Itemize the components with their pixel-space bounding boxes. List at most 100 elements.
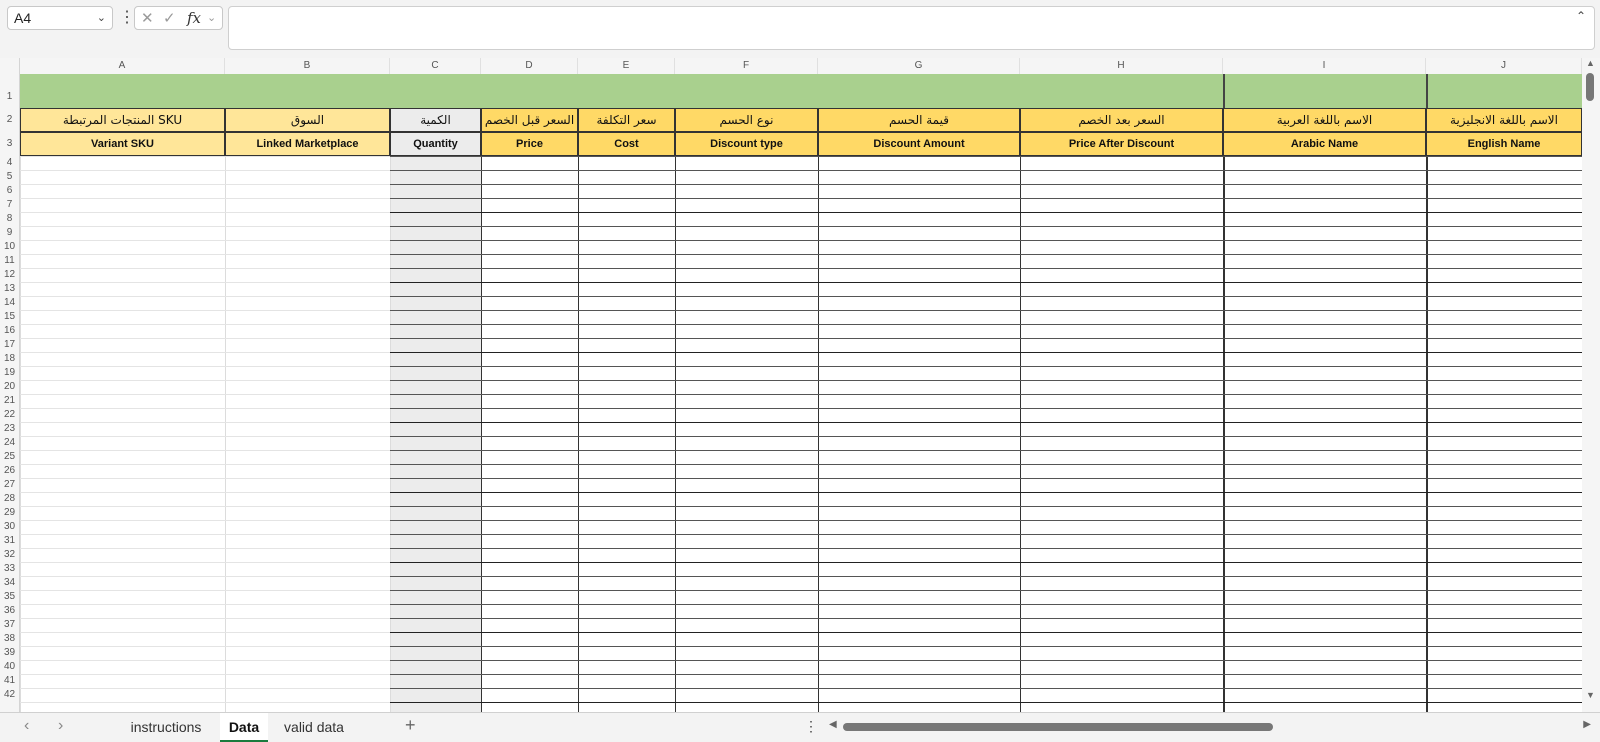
header-ar-d[interactable]: السعر قبل الخصم: [481, 108, 578, 132]
name-box[interactable]: A4 ⌄: [7, 6, 113, 30]
row-header-22[interactable]: 22: [0, 408, 19, 422]
scroll-right-icon[interactable]: ▶: [1583, 719, 1591, 730]
row-header-29[interactable]: 29: [0, 506, 19, 520]
row-header-14[interactable]: 14: [0, 296, 19, 310]
row-header-42[interactable]: 42: [0, 688, 19, 702]
header-en-f[interactable]: Discount type: [675, 132, 818, 156]
header-en-e[interactable]: Cost: [578, 132, 675, 156]
row-header-17[interactable]: 17: [0, 338, 19, 352]
row-header-41[interactable]: 41: [0, 674, 19, 688]
row-header-12[interactable]: 12: [0, 268, 19, 282]
column-header-i[interactable]: I: [1223, 58, 1426, 74]
row-header-19[interactable]: 19: [0, 366, 19, 380]
header-en-c[interactable]: Quantity: [390, 132, 481, 156]
header-ar-i[interactable]: الاسم باللغة العربية: [1223, 108, 1426, 132]
row-header-20[interactable]: 20: [0, 380, 19, 394]
chevron-down-icon[interactable]: ⌄: [207, 11, 216, 24]
row-header-27[interactable]: 27: [0, 478, 19, 492]
header-en-d[interactable]: Price: [481, 132, 578, 156]
header-en-i[interactable]: Arabic Name: [1223, 132, 1426, 156]
title-band-j[interactable]: [1426, 74, 1582, 108]
add-sheet-icon[interactable]: +: [405, 715, 416, 736]
horizontal-scrollbar[interactable]: ◀ ▶: [825, 719, 1595, 735]
row-header-40[interactable]: 40: [0, 660, 19, 674]
row-header-7[interactable]: 7: [0, 198, 19, 212]
column-header-e[interactable]: E: [578, 58, 675, 74]
row-header-28[interactable]: 28: [0, 492, 19, 506]
formula-input[interactable]: ⌃: [228, 6, 1595, 50]
row-header-3[interactable]: 3: [0, 132, 19, 156]
row-header-23[interactable]: 23: [0, 422, 19, 436]
collapse-formula-bar-icon[interactable]: ⌃: [1576, 9, 1586, 23]
column-header-j[interactable]: J: [1426, 58, 1582, 74]
column-header-g[interactable]: G: [818, 58, 1020, 74]
row-header-10[interactable]: 10: [0, 240, 19, 254]
row-header-30[interactable]: 30: [0, 520, 19, 534]
scroll-down-icon[interactable]: ▼: [1586, 690, 1595, 700]
row-header-39[interactable]: 39: [0, 646, 19, 660]
more-options-icon[interactable]: ⋮: [804, 718, 818, 735]
header-ar-h[interactable]: السعر بعد الخصم: [1020, 108, 1223, 132]
column-header-c[interactable]: C: [390, 58, 481, 74]
row-header-33[interactable]: 33: [0, 562, 19, 576]
column-header-b[interactable]: B: [225, 58, 390, 74]
header-ar-c[interactable]: الكمية: [390, 108, 481, 132]
row-header-26[interactable]: 26: [0, 464, 19, 478]
row-header-4[interactable]: 4: [0, 156, 19, 170]
previous-sheet-icon[interactable]: ‹: [24, 717, 29, 735]
select-all-corner[interactable]: [0, 58, 20, 74]
row-header-15[interactable]: 15: [0, 310, 19, 324]
row-header-37[interactable]: 37: [0, 618, 19, 632]
column-header-f[interactable]: F: [675, 58, 818, 74]
header-en-g[interactable]: Discount Amount: [818, 132, 1020, 156]
column-header-a[interactable]: A: [20, 58, 225, 74]
header-en-h[interactable]: Price After Discount: [1020, 132, 1223, 156]
row-header-16[interactable]: 16: [0, 324, 19, 338]
spreadsheet-grid[interactable]: ABCDEFGHIJ 1 2 3 4 5 6 7 8 9 10 11 12 13 14 15 16 17 18 19…: [0, 58, 1600, 712]
header-ar-j[interactable]: الاسم باللغة الانجليزية: [1426, 108, 1582, 132]
more-options-icon[interactable]: ⋮: [119, 8, 135, 28]
row-header-1[interactable]: 1: [0, 74, 19, 108]
row-header-34[interactable]: 34: [0, 576, 19, 590]
row-header-9[interactable]: 9: [0, 226, 19, 240]
title-band-i[interactable]: [1223, 74, 1426, 108]
row-header-25[interactable]: 25: [0, 450, 19, 464]
row-header-21[interactable]: 21: [0, 394, 19, 408]
insert-function-icon[interactable]: fx: [187, 9, 201, 27]
sheet-tab-valid-data[interactable]: valid data: [272, 713, 356, 742]
row-header-35[interactable]: 35: [0, 590, 19, 604]
header-en-b[interactable]: Linked Marketplace: [225, 132, 390, 156]
column-header-h[interactable]: H: [1020, 58, 1223, 74]
sheet-tab-instructions[interactable]: instructions: [116, 713, 216, 742]
title-band-a-h[interactable]: [20, 74, 1223, 108]
sheet-tab-data[interactable]: Data: [220, 713, 268, 742]
row-header-5[interactable]: 5: [0, 170, 19, 184]
header-ar-g[interactable]: قيمة الحسم: [818, 108, 1020, 132]
row-header-11[interactable]: 11: [0, 254, 19, 268]
cancel-icon[interactable]: ✕: [141, 9, 154, 27]
header-ar-b[interactable]: السوق: [225, 108, 390, 132]
row-header-18[interactable]: 18: [0, 352, 19, 366]
next-sheet-icon[interactable]: ›: [58, 717, 63, 735]
row-header-13[interactable]: 13: [0, 282, 19, 296]
vertical-scroll-thumb[interactable]: [1586, 73, 1594, 101]
scroll-left-icon[interactable]: ◀: [829, 719, 837, 730]
vertical-scrollbar[interactable]: ▲ ▼: [1582, 58, 1600, 712]
row-header-31[interactable]: 31: [0, 534, 19, 548]
row-header-24[interactable]: 24: [0, 436, 19, 450]
header-ar-a[interactable]: SKU المنتجات المرتبطة: [20, 108, 225, 132]
row-header-8[interactable]: 8: [0, 212, 19, 226]
chevron-down-icon[interactable]: ⌄: [97, 7, 106, 29]
row-header-6[interactable]: 6: [0, 184, 19, 198]
row-header-32[interactable]: 32: [0, 548, 19, 562]
column-header-d[interactable]: D: [481, 58, 578, 74]
header-ar-f[interactable]: نوع الحسم: [675, 108, 818, 132]
header-en-a[interactable]: Variant SKU: [20, 132, 225, 156]
header-en-j[interactable]: English Name: [1426, 132, 1582, 156]
row-header-38[interactable]: 38: [0, 632, 19, 646]
enter-check-icon[interactable]: ✓: [163, 9, 176, 27]
scroll-up-icon[interactable]: ▲: [1586, 58, 1595, 68]
horizontal-scroll-thumb[interactable]: [843, 723, 1273, 731]
row-header-36[interactable]: 36: [0, 604, 19, 618]
header-ar-e[interactable]: سعر التكلفة: [578, 108, 675, 132]
